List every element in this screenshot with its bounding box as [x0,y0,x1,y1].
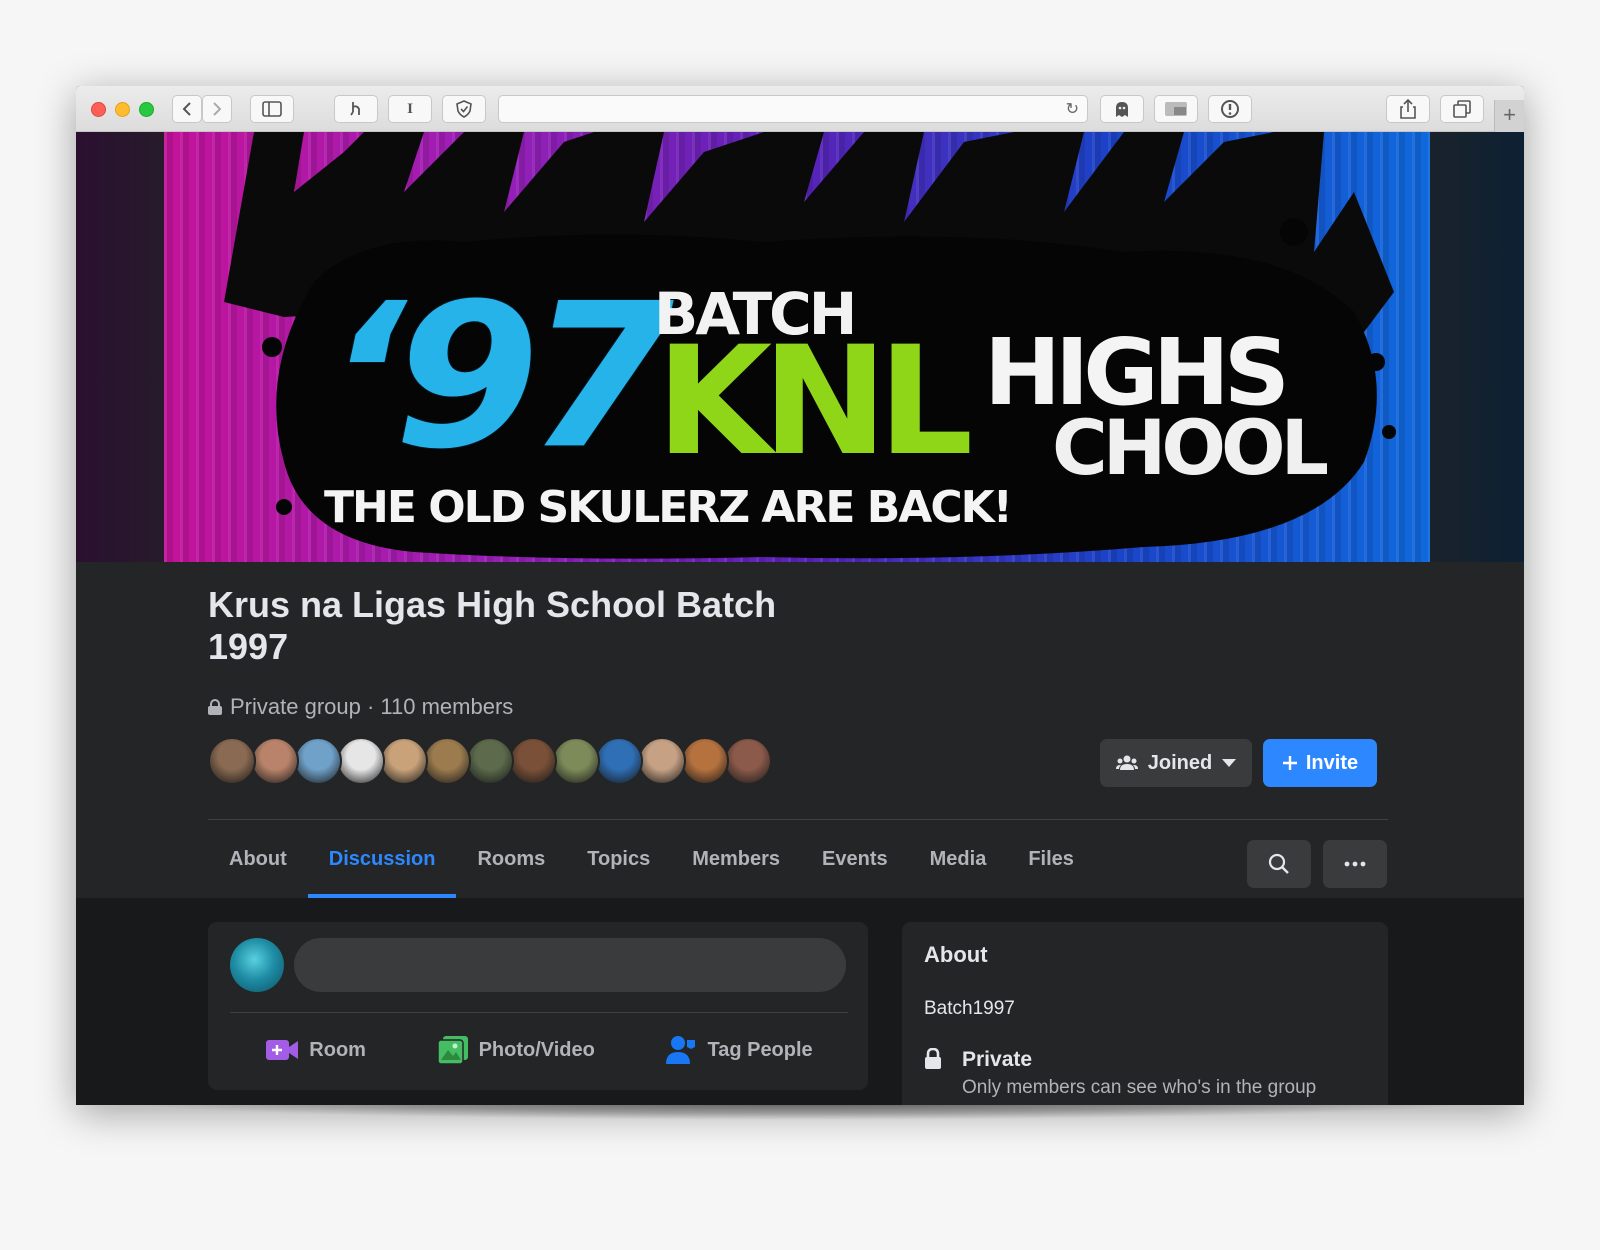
tag-people-action[interactable]: Tag People [665,1035,813,1065]
photo-video-label: Photo/Video [478,1038,595,1061]
privacy-title: Private [962,1048,1033,1071]
member-avatar[interactable] [509,737,557,785]
extension-button-6[interactable] [1208,95,1252,123]
invite-label: Invite [1305,751,1359,774]
group-meta: Private group · 110 members [208,694,513,720]
group-title[interactable]: Krus na Ligas High School Batch 1997 [208,584,808,668]
cover-text-knl: KNL [656,315,973,489]
tab-topics[interactable]: Topics [566,820,671,898]
cover-tagline: THE OLD SKULERZ ARE BACK! [324,482,1013,533]
post-composer: Room Photo/Video Tag People [208,922,868,1090]
member-avatar[interactable] [337,737,385,785]
member-avatar[interactable] [552,737,600,785]
photo-video-action[interactable]: Photo/Video [436,1035,595,1065]
new-tab-button[interactable]: + [1494,100,1524,132]
hand-pointer-icon [350,102,360,116]
user-avatar[interactable] [230,938,284,992]
page-content: ‘97 BATCH KNL HIGHS CHOOL THE OLD SKULER… [76,132,1524,1105]
plus-icon [1282,756,1297,770]
composer-divider [230,1012,848,1013]
about-description: Batch1997 [924,998,1015,1019]
lock-icon [208,699,222,715]
room-label: Room [309,1038,366,1061]
tabs-icon [1453,100,1471,118]
composer-actions: Room Photo/Video Tag People [230,1022,848,1078]
room-action[interactable]: Room [265,1037,366,1063]
joined-label: Joined [1147,751,1213,774]
photo-icon [436,1036,468,1065]
sidebar-icon [262,101,282,117]
member-avatar[interactable] [208,737,256,785]
member-avatar[interactable] [595,737,643,785]
shield-check-icon [456,100,472,118]
forward-button[interactable] [202,95,232,123]
tab-events[interactable]: Events [801,820,909,898]
reload-icon[interactable]: ↻ [1066,99,1079,119]
cover-text-chool: CHOOL [1052,403,1329,492]
video-room-icon [266,1040,299,1060]
cover-text-97: ‘97 [326,260,674,493]
group-tabs: About Discussion Rooms Topics Members Events M… [208,820,1095,898]
text-cursor-icon: I [407,100,413,117]
joined-button[interactable]: Joined [1100,739,1252,787]
about-card: About Batch1997 Private Only members can… [902,922,1388,1105]
extension-button-4[interactable] [1100,95,1144,123]
about-card-title: About [924,942,988,967]
cover-photo[interactable]: ‘97 BATCH KNL HIGHS CHOOL THE OLD SKULER… [164,132,1430,562]
browser-toolbar: I ↻ + [76,86,1524,132]
member-avatar[interactable] [466,737,514,785]
zoom-window-button[interactable] [139,102,154,117]
sidebar-toggle-button[interactable] [250,95,294,123]
extension-button-2[interactable]: I [388,95,432,123]
ghost-icon [1116,102,1128,117]
close-window-button[interactable] [91,102,106,117]
member-avatar[interactable] [724,737,772,785]
tab-rooms[interactable]: Rooms [456,820,566,898]
tab-discussion[interactable]: Discussion [307,820,457,898]
lock-icon [925,1048,941,1069]
screen-icon [1165,102,1187,116]
member-avatars[interactable] [208,737,772,787]
member-avatar[interactable] [294,737,342,785]
caret-down-icon [1222,759,1237,767]
chevron-right-icon [213,102,222,116]
tag-people-label: Tag People [707,1038,813,1061]
back-button[interactable] [172,95,202,123]
share-icon [1400,99,1416,119]
share-button[interactable] [1386,95,1430,123]
tab-about[interactable]: About [208,820,308,898]
extension-button-5[interactable] [1154,95,1198,123]
info-circle-icon [1221,100,1239,118]
invite-button[interactable]: Invite [1263,739,1377,787]
more-dots-icon [1344,861,1366,867]
tab-members[interactable]: Members [671,820,801,898]
group-meta-text[interactable]: Private group · 110 members [230,694,513,720]
extension-button-3[interactable] [442,95,486,123]
more-options-button[interactable] [1323,840,1387,888]
tabs-overview-button[interactable] [1440,95,1484,123]
tab-media[interactable]: Media [909,820,1008,898]
search-group-button[interactable] [1247,840,1311,888]
chevron-left-icon [182,102,191,116]
member-avatar[interactable] [423,737,471,785]
member-avatar[interactable] [638,737,686,785]
extension-button-1[interactable] [334,95,378,123]
privacy-description: Only members can see who's in the group [962,1077,1317,1098]
minimize-window-button[interactable] [115,102,130,117]
member-avatar[interactable] [681,737,729,785]
group-members-icon [1115,755,1138,770]
tag-people-icon [666,1036,696,1064]
tab-files[interactable]: Files [1007,820,1095,898]
search-icon [1268,853,1289,874]
group-header: ‘97 BATCH KNL HIGHS CHOOL THE OLD SKULER… [76,132,1524,898]
member-avatar[interactable] [251,737,299,785]
member-avatar[interactable] [380,737,428,785]
address-bar[interactable]: ↻ [498,95,1088,123]
browser-window: I ↻ + ‘97 BATCH KNL HIGHS CHOOL THE OLD … [76,86,1524,1105]
composer-input[interactable] [294,938,846,992]
